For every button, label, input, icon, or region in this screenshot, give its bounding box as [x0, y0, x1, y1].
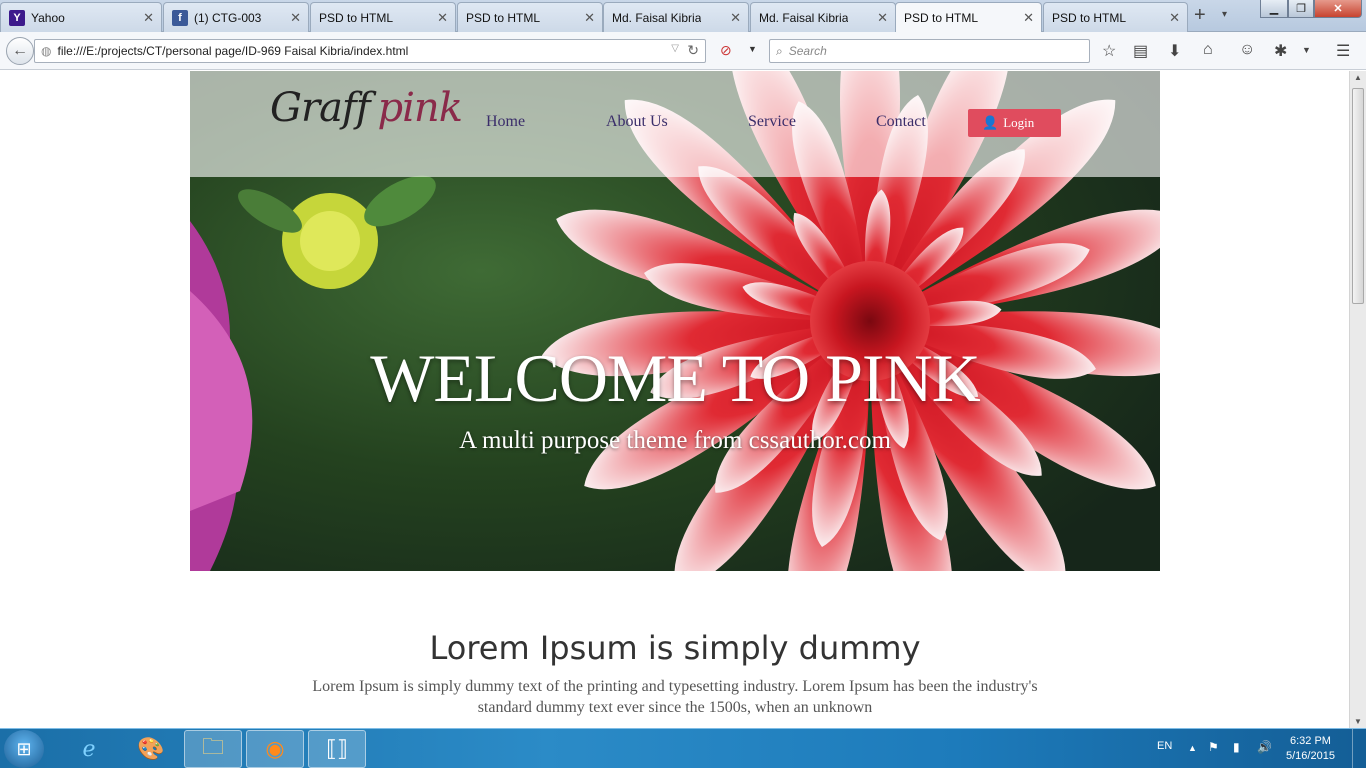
firefox-icon: ◉ — [265, 736, 285, 761]
yahoo-icon: Y — [9, 9, 25, 26]
section-text-line: standard dummy text ever since the 1500s… — [477, 699, 873, 716]
taskbar-internet-explorer[interactable]: ℯ — [60, 730, 118, 768]
close-tab-icon[interactable]: ✕ — [730, 10, 741, 26]
taskbar-brackets[interactable]: ⟦⟧ — [308, 730, 366, 768]
internet-explorer-icon: ℯ — [82, 736, 96, 761]
site-logo[interactable]: Graff pink — [270, 85, 463, 131]
brackets-icon: ⟦⟧ — [326, 736, 348, 761]
back-button[interactable]: ← — [6, 37, 34, 65]
history-dropdown-icon[interactable]: ▽ — [671, 43, 679, 54]
bookmark-star-icon[interactable]: ☆ — [1102, 41, 1116, 61]
tab-title: Md. Faisal Kibria — [759, 10, 849, 25]
address-bar[interactable]: ◍ file:///E:/projects/CT/personal page/I… — [34, 39, 706, 63]
taskbar-firefox[interactable]: ◉ — [246, 730, 304, 768]
taskbar-paint[interactable]: 🎨 — [122, 730, 180, 768]
show-hidden-icons-icon[interactable]: ▲ — [1188, 743, 1197, 753]
addon-icon[interactable]: ✱ — [1274, 41, 1287, 61]
tab-psd-3[interactable]: PSD to HTML ✕ — [1043, 2, 1188, 32]
section-heading: Lorem Ipsum is simply dummy — [429, 629, 921, 667]
reload-icon[interactable]: ↻ — [687, 42, 699, 59]
user-icon: 👤 — [982, 115, 999, 130]
tab-title: PSD to HTML — [904, 11, 979, 25]
start-button[interactable]: ⊞ — [4, 730, 44, 768]
scroll-down-icon[interactable]: ▼ — [1354, 717, 1362, 726]
tab-title: Yahoo — [31, 10, 65, 25]
scroll-up-icon[interactable]: ▲ — [1354, 73, 1362, 82]
logo-text-graff: Graff — [270, 85, 371, 131]
action-center-icon[interactable]: ⚑ — [1208, 740, 1219, 754]
hero-banner: Graff pink Home About Us Service Contact … — [190, 71, 1160, 571]
close-tab-icon[interactable]: ✕ — [1169, 10, 1180, 26]
back-arrow-icon: ← — [12, 42, 28, 59]
maximize-button[interactable]: ❐ — [1288, 0, 1314, 18]
scrollbar-thumb[interactable] — [1352, 88, 1364, 304]
windows-taskbar: ⊞ ℯ 🎨 🗀 ◉ ⟦⟧ EN ▲ ⚑ ▮ 🔊 6:32 PM 5/16/201… — [0, 728, 1366, 769]
close-tab-icon[interactable]: ✕ — [143, 10, 154, 26]
list-all-tabs-icon[interactable]: ▾ — [1222, 9, 1227, 20]
menu-icon[interactable]: ☰ — [1336, 41, 1350, 61]
search-box[interactable]: ⌕ Search — [769, 39, 1090, 63]
tab-title: (1) CTG-003 — [194, 10, 262, 25]
chat-icon[interactable]: ☺ — [1239, 41, 1255, 59]
search-icon: ⌕ — [776, 43, 783, 58]
network-icon[interactable]: ▮ — [1233, 740, 1240, 754]
url-text: file:///E:/projects/CT/personal page/ID-… — [57, 44, 409, 58]
windows-logo-icon: ⊞ — [16, 738, 32, 759]
system-clock[interactable]: 6:32 PM 5/16/2015 — [1286, 734, 1335, 764]
site-header: Graff pink Home About Us Service Contact … — [190, 71, 1160, 177]
downloads-icon[interactable]: ⬇ — [1168, 41, 1181, 61]
globe-icon: ◍ — [41, 44, 52, 58]
file-explorer-icon: 🗀 — [201, 734, 224, 759]
tab-faisal-2[interactable]: Md. Faisal Kibria ✕ — [750, 2, 896, 32]
navigation-toolbar: ← ◍ file:///E:/projects/CT/personal page… — [0, 32, 1366, 70]
clock-time: 6:32 PM — [1289, 735, 1331, 747]
adblock-icon[interactable]: ⊘ — [720, 42, 732, 59]
tab-title: PSD to HTML — [1052, 10, 1127, 25]
tab-faisal-1[interactable]: Md. Faisal Kibria ✕ — [603, 2, 749, 32]
bookmarks-list-icon[interactable]: ▤ — [1133, 41, 1148, 61]
paint-icon: 🎨 — [137, 736, 165, 761]
page-viewport: Graff pink Home About Us Service Contact … — [0, 71, 1349, 728]
tab-title: Md. Faisal Kibria — [612, 10, 702, 25]
close-tab-icon[interactable]: ✕ — [1023, 10, 1034, 26]
close-tab-icon[interactable]: ✕ — [437, 10, 448, 26]
tab-psd-1[interactable]: PSD to HTML ✕ — [310, 2, 456, 32]
close-tab-icon[interactable]: ✕ — [877, 10, 888, 26]
tab-psd-active[interactable]: PSD to HTML ✕ — [895, 2, 1042, 33]
section-text: Lorem Ipsum is simply dummy text of the … — [280, 676, 1070, 718]
tab-psd-2[interactable]: PSD to HTML ✕ — [457, 2, 603, 32]
tab-ctg[interactable]: f (1) CTG-003 ✕ — [163, 2, 309, 32]
clock-date: 5/16/2015 — [1286, 750, 1335, 762]
nav-contact[interactable]: Contact — [876, 113, 926, 131]
tab-title: PSD to HTML — [319, 10, 394, 25]
nav-service[interactable]: Service — [748, 113, 796, 131]
search-placeholder: Search — [788, 44, 827, 58]
facebook-icon: f — [172, 9, 188, 26]
new-tab-icon[interactable]: + — [1194, 4, 1206, 27]
adblock-dropdown-icon[interactable]: ▼ — [748, 44, 757, 54]
minimize-button[interactable]: ▁ — [1260, 0, 1288, 18]
nav-about-us[interactable]: About Us — [606, 113, 668, 131]
nav-home[interactable]: Home — [486, 113, 525, 131]
addon-dropdown-icon[interactable]: ▼ — [1302, 45, 1311, 55]
volume-icon[interactable]: 🔊 — [1257, 740, 1272, 754]
tab-yahoo[interactable]: Y Yahoo ✕ — [0, 2, 162, 32]
logo-text-pink: pink — [377, 85, 463, 131]
home-icon[interactable]: ⌂ — [1203, 41, 1213, 59]
language-indicator[interactable]: EN — [1157, 740, 1172, 752]
close-tab-icon[interactable]: ✕ — [290, 10, 301, 26]
window-close-button[interactable]: ✕ — [1314, 0, 1362, 18]
tab-title: PSD to HTML — [466, 10, 541, 25]
taskbar-file-explorer[interactable]: 🗀 — [184, 730, 242, 768]
hero-subtitle: A multi purpose theme from cssauthor.com — [459, 427, 891, 454]
section-text-line: Lorem Ipsum is simply dummy text of the … — [312, 678, 1038, 695]
close-tab-icon[interactable]: ✕ — [584, 10, 595, 26]
vertical-scrollbar[interactable]: ▲ ▼ — [1349, 71, 1366, 728]
show-desktop-button[interactable] — [1352, 729, 1366, 769]
hero-title: WELCOME TO PINK — [370, 340, 981, 416]
tab-strip: Y Yahoo ✕ f (1) CTG-003 ✕ PSD to HTML ✕ … — [0, 0, 1366, 33]
login-button[interactable]: 👤 Login — [968, 109, 1061, 137]
login-label: Login — [1003, 115, 1035, 130]
